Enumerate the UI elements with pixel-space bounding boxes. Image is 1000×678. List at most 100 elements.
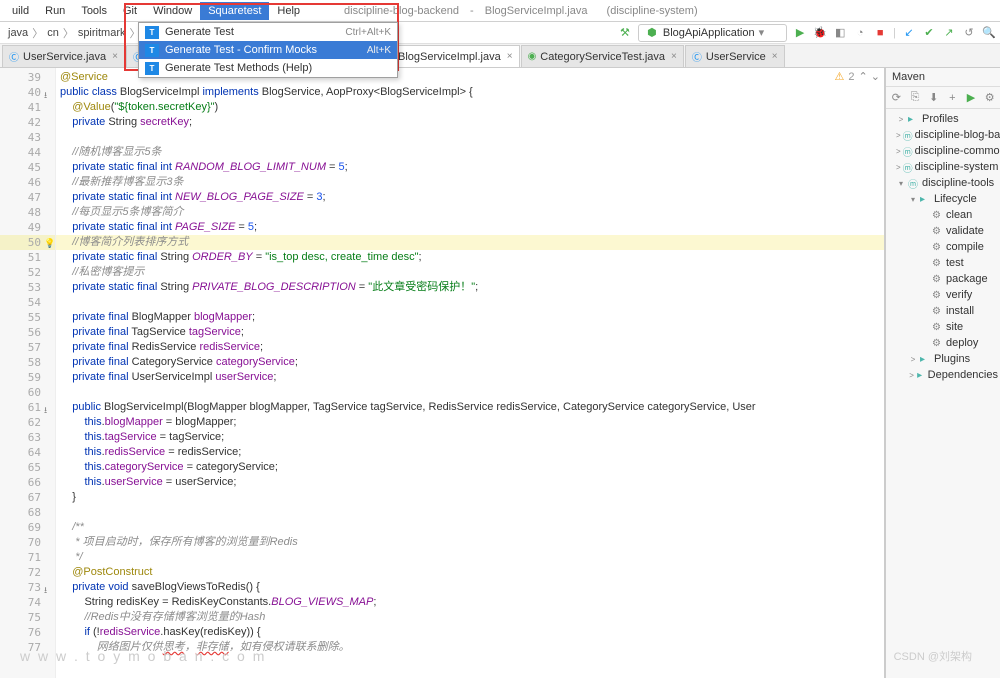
gutter-line-number[interactable]: 49	[0, 220, 55, 235]
code-editor[interactable]: @Servicepublic class BlogServiceImpl imp…	[56, 68, 884, 678]
gutter-line-number[interactable]: 50💡	[0, 235, 55, 250]
gutter-line-number[interactable]: 65	[0, 460, 55, 475]
gutter-line-number[interactable]: 64	[0, 445, 55, 460]
git-history-icon[interactable]: ↺	[962, 26, 976, 40]
code-line[interactable]: //随机博客显示5条	[56, 145, 884, 160]
download-icon[interactable]: ⬇	[927, 91, 940, 105]
menu-build[interactable]: uild	[4, 2, 37, 20]
maven-tree-node[interactable]: ▾▸Lifecycle	[888, 191, 998, 207]
code-line[interactable]	[56, 385, 884, 400]
implements-gutter-icon[interactable]: ⭳	[44, 88, 54, 98]
code-line[interactable]: this.userService = userService;	[56, 475, 884, 490]
gutter-line-number[interactable]: 41	[0, 100, 55, 115]
menu-run[interactable]: Run	[37, 2, 73, 20]
gutter-line-number[interactable]: 58	[0, 355, 55, 370]
gutter-line-number[interactable]: 73⭳	[0, 580, 55, 595]
gutter-line-number[interactable]: 75	[0, 610, 55, 625]
maven-tree-node[interactable]: ⚙package	[888, 271, 998, 287]
tree-arrow-icon[interactable]: >	[908, 355, 918, 364]
maven-tree-node[interactable]: ⚙install	[888, 303, 998, 319]
gutter-line-number[interactable]: 68	[0, 505, 55, 520]
code-line[interactable]: private static final int PAGE_SIZE = 5;	[56, 220, 884, 235]
search-icon[interactable]: 🔍	[982, 26, 996, 40]
tree-arrow-icon[interactable]: ▾	[896, 179, 906, 188]
gutter-line-number[interactable]: 42	[0, 115, 55, 130]
code-line[interactable]: */	[56, 550, 884, 565]
tree-arrow-icon[interactable]: >	[908, 371, 915, 380]
maven-tree-node[interactable]: ⚙site	[888, 319, 998, 335]
gutter-line-number[interactable]: 72	[0, 565, 55, 580]
gutter-line-number[interactable]: 66	[0, 475, 55, 490]
coverage-icon[interactable]: ◧	[833, 26, 847, 40]
gutter-line-number[interactable]: 63	[0, 430, 55, 445]
code-line[interactable]	[56, 505, 884, 520]
maven-tree-node[interactable]: >ⓜdiscipline-system	[888, 159, 998, 175]
generate-icon[interactable]: ⎘	[909, 91, 922, 105]
gutter-line-number[interactable]: 57	[0, 340, 55, 355]
code-line[interactable]: this.blogMapper = blogMapper;	[56, 415, 884, 430]
code-line[interactable]	[56, 295, 884, 310]
menu-help[interactable]: Help	[269, 2, 308, 20]
editor-tab[interactable]: ⒸUserService×	[685, 45, 785, 67]
gutter-line-number[interactable]: 67	[0, 490, 55, 505]
tree-arrow-icon[interactable]: >	[896, 147, 901, 156]
code-line[interactable]: @Value("${token.secretKey}")	[56, 100, 884, 115]
implements-gutter-icon[interactable]: ⭳	[44, 583, 54, 593]
code-line[interactable]: }	[56, 490, 884, 505]
code-line[interactable]: private final TagService tagService;	[56, 325, 884, 340]
code-line[interactable]: @PostConstruct	[56, 565, 884, 580]
editor-tab[interactable]: ⒸBlogServiceImpl.java×	[377, 45, 520, 67]
gutter-line-number[interactable]: 71	[0, 550, 55, 565]
code-line[interactable]: private static final int NEW_BLOG_PAGE_S…	[56, 190, 884, 205]
code-line[interactable]: /**	[56, 520, 884, 535]
maven-tree-node[interactable]: >ⓜdiscipline-blog-bac	[888, 127, 998, 143]
code-line[interactable]: private final UserServiceImpl userServic…	[56, 370, 884, 385]
close-icon[interactable]: ×	[112, 51, 118, 62]
run-configuration-selector[interactable]: ⬢ BlogApiApplication ▾	[638, 24, 787, 42]
menu-tools[interactable]: Tools	[73, 2, 115, 20]
dd-generate-test-methods-help[interactable]: T Generate Test Methods (Help)	[139, 59, 397, 77]
implements-gutter-icon[interactable]: ⭳	[44, 403, 54, 413]
gutter-line-number[interactable]: 51	[0, 250, 55, 265]
stop-icon[interactable]: ■	[873, 26, 887, 40]
maven-tree-node[interactable]: >▸Plugins	[888, 351, 998, 367]
git-update-icon[interactable]: ↙	[902, 26, 916, 40]
close-icon[interactable]: ×	[671, 51, 677, 62]
code-line[interactable]: //Redis中没有存储博客浏览量的Hash	[56, 610, 884, 625]
gutter-line-number[interactable]: 70	[0, 535, 55, 550]
code-line[interactable]: private static final String PRIVATE_BLOG…	[56, 280, 884, 295]
maven-tree-node[interactable]: ⚙verify	[888, 287, 998, 303]
breadcrumb-segment[interactable]: java	[4, 27, 32, 39]
code-line[interactable]: private static final int RANDOM_BLOG_LIM…	[56, 160, 884, 175]
run-icon[interactable]: ▶	[965, 91, 978, 105]
gutter-line-number[interactable]: 52	[0, 265, 55, 280]
gutter-line-number[interactable]: 43	[0, 130, 55, 145]
code-line[interactable]: private static final String ORDER_BY = "…	[56, 250, 884, 265]
git-commit-icon[interactable]: ✔	[922, 26, 936, 40]
maven-tree-node[interactable]: ⚙validate	[888, 223, 998, 239]
code-line[interactable]: String redisKey = RedisKeyConstants.BLOG…	[56, 595, 884, 610]
tree-arrow-icon[interactable]: ▾	[908, 195, 918, 204]
gutter-line-number[interactable]: 53	[0, 280, 55, 295]
gutter-line-number[interactable]: 44	[0, 145, 55, 160]
maven-tree-node[interactable]: >▸Dependencies	[888, 367, 998, 383]
code-line[interactable]: if (!redisService.hasKey(redisKey)) {	[56, 625, 884, 640]
breadcrumb-segment[interactable]: cn	[43, 27, 63, 39]
tree-arrow-icon[interactable]: >	[896, 115, 906, 124]
editor-tab[interactable]: ⒸUserService.java×	[2, 45, 125, 67]
dd-generate-test-confirm-mocks[interactable]: T Generate Test - Confirm Mocks Alt+K	[139, 41, 397, 59]
tree-arrow-icon[interactable]: >	[896, 131, 901, 140]
breadcrumb-segment[interactable]: spiritmark	[74, 27, 130, 39]
gutter-line-number[interactable]: 47	[0, 190, 55, 205]
code-line[interactable]: public class BlogServiceImpl implements …	[56, 85, 884, 100]
code-line[interactable]: //私密博客提示	[56, 265, 884, 280]
code-line[interactable]: public BlogServiceImpl(BlogMapper blogMa…	[56, 400, 884, 415]
gutter-line-number[interactable]: 39	[0, 70, 55, 85]
code-line[interactable]: //最新推荐博客显示3条	[56, 175, 884, 190]
code-line[interactable]: private String secretKey;	[56, 115, 884, 130]
gutter-line-number[interactable]: 56	[0, 325, 55, 340]
gutter-line-number[interactable]: 48	[0, 205, 55, 220]
add-icon[interactable]: +	[946, 91, 959, 105]
maven-tree-node[interactable]: ▾ⓜdiscipline-tools	[888, 175, 998, 191]
gutter-line-number[interactable]: 54	[0, 295, 55, 310]
